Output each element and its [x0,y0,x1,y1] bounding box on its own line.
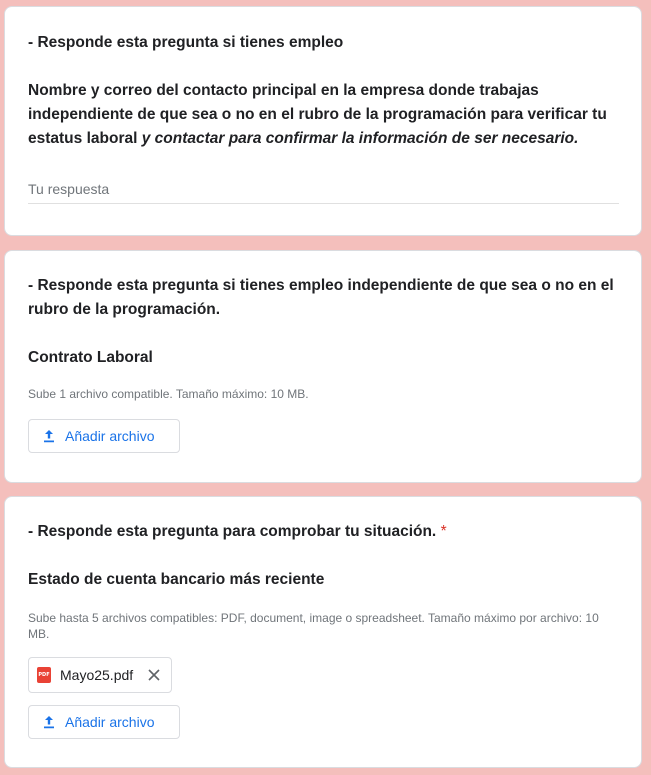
answer-input[interactable]: Tu respuesta [28,179,619,204]
close-icon[interactable] [147,668,161,682]
upload-icon [41,714,57,730]
question-title: - Responde esta pregunta si tienes emple… [28,277,614,318]
required-asterisk: * [440,523,447,540]
question-card-1: - Responde esta pregunta si tienes emple… [4,6,642,236]
question-title: - Responde esta pregunta si tienes emple… [28,34,344,51]
add-file-button[interactable]: Añadir archivo [28,705,180,739]
question-description: Estado de cuenta bancario más reciente [28,571,325,588]
upload-hint: Sube hasta 5 archivos compatibles: PDF, … [28,611,599,641]
pdf-file-icon: PDF [37,667,51,683]
add-file-button[interactable]: Añadir archivo [28,419,180,453]
question-card-2: - Responde esta pregunta si tienes emple… [4,250,642,483]
attached-file-name: Mayo25.pdf [60,667,134,683]
upload-icon [41,428,57,444]
add-file-label: Añadir archivo [65,714,155,730]
attached-file-chip[interactable]: PDF Mayo25.pdf [28,657,172,693]
question-title: - Responde esta pregunta para comprobar … [28,523,447,540]
add-file-label: Añadir archivo [65,428,155,444]
upload-hint: Sube 1 archivo compatible. Tamaño máximo… [28,387,309,401]
question-description: Nombre y correo del contacto principal e… [28,82,607,147]
question-card-3: - Responde esta pregunta para comprobar … [4,496,642,768]
answer-placeholder: Tu respuesta [28,181,110,197]
question-description: Contrato Laboral [28,349,153,366]
